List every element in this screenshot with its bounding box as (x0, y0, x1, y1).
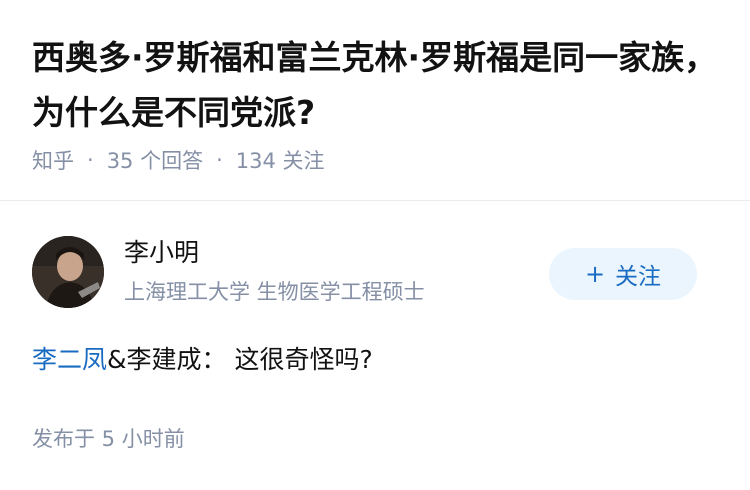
answer-body-text: &李建成： 这很奇怪吗? (107, 345, 373, 374)
follow-button[interactable]: + 关注 (549, 248, 697, 300)
avatar-portrait-icon (32, 236, 104, 308)
author-name[interactable]: 李小明 (124, 236, 199, 270)
meta-separator: · (216, 148, 223, 172)
answer-page: 西奥多·罗斯福和富兰克林·罗斯福是同一家族，为什么是不同党派? 知乎 · 35 … (0, 0, 750, 490)
plus-icon: + (584, 260, 606, 288)
question-title[interactable]: 西奥多·罗斯福和富兰克林·罗斯福是同一家族，为什么是不同党派? (32, 30, 722, 140)
mention-link[interactable]: 李二凤 (32, 345, 107, 374)
followers-count[interactable]: 134 关注 (236, 145, 325, 175)
question-meta: 知乎 · 35 个回答 · 134 关注 (32, 144, 325, 176)
answers-count[interactable]: 35 个回答 (107, 145, 203, 175)
answer-content[interactable]: 李二凤&李建成： 这很奇怪吗? (32, 340, 373, 380)
source-label[interactable]: 知乎 (32, 145, 74, 175)
avatar[interactable] (32, 236, 104, 308)
section-divider (0, 200, 750, 201)
follow-button-label: 关注 (615, 264, 662, 290)
meta-separator: · (87, 148, 94, 172)
publish-time: 发布于 5 小时前 (32, 427, 185, 451)
author-bio: 上海理工大学 生物医学工程硕士 (124, 280, 425, 304)
